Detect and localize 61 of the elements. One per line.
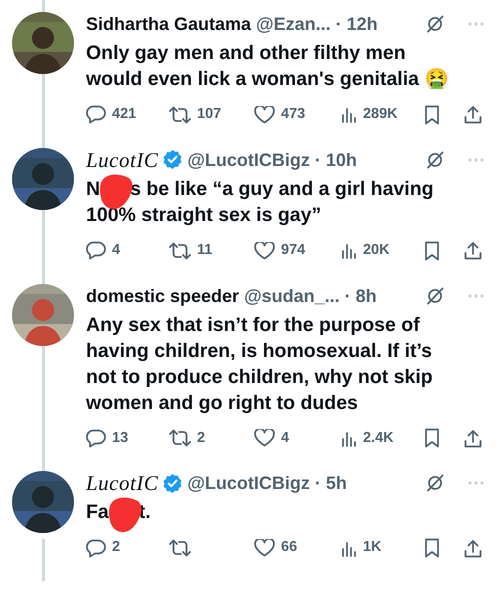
retweet-count: 107 [197, 105, 222, 124]
retweet-icon[interactable] [169, 539, 192, 558]
bookmark-icon[interactable] [424, 428, 440, 448]
views-icon[interactable] [340, 430, 357, 447]
replie-count: 2 [112, 538, 120, 558]
bookmark-icon[interactable] [424, 538, 440, 558]
timestamp[interactable]: 8h [356, 284, 377, 308]
display-name[interactable]: Sidhartha Gautama [86, 12, 252, 36]
replie-count: 4 [112, 240, 120, 260]
timestamp[interactable]: 5h [326, 471, 347, 496]
heart-icon[interactable] [254, 429, 276, 448]
display-name[interactable]: LucotIC [86, 471, 158, 496]
view-count: 2.4K [362, 428, 394, 448]
view-count: 20K [362, 240, 390, 260]
retweet-icon[interactable] [169, 242, 192, 260]
timestamp[interactable]: 12h [346, 12, 378, 36]
views-icon[interactable] [340, 242, 357, 260]
timestamp[interactable]: 10h [326, 148, 357, 172]
display-name[interactable]: domestic speeder [86, 284, 240, 308]
like-count: 4 [281, 428, 290, 448]
reply-icon[interactable] [86, 105, 106, 124]
heart-icon[interactable] [254, 242, 276, 260]
retweet-count: 2 [197, 428, 206, 448]
like-count: 473 [281, 105, 306, 124]
display-name[interactable]: LucotIC [86, 148, 158, 172]
retweet-count: 11 [197, 240, 212, 260]
like-count: 974 [281, 240, 306, 260]
bookmark-icon[interactable] [424, 104, 440, 125]
separator-dot: · [344, 284, 351, 308]
tweet-text: s be like “a guy and a girl having [130, 176, 434, 202]
bookmark-icon[interactable] [424, 240, 440, 261]
views-icon[interactable] [340, 540, 357, 557]
retweet-icon[interactable] [169, 429, 192, 448]
tweet-text: N [86, 176, 100, 202]
user-handle[interactable]: @Ezan... [256, 12, 331, 36]
user-handle[interactable]: @LucotICBigz [187, 471, 310, 496]
like-count: 66 [281, 538, 298, 558]
share-icon[interactable] [464, 241, 482, 260]
heart-icon[interactable] [254, 539, 276, 558]
user-handle[interactable]: @LucotICBigz [187, 148, 310, 172]
share-icon[interactable] [464, 428, 482, 448]
share-icon[interactable] [464, 538, 482, 558]
reply-icon[interactable] [86, 241, 106, 260]
user-handle[interactable]: @sudan_... [244, 284, 340, 308]
separator-dot: · [336, 13, 342, 36]
view-count: 289K [362, 105, 398, 124]
replie-count: 13 [112, 428, 128, 448]
reply-icon[interactable] [86, 428, 106, 448]
separator-dot: · [314, 472, 321, 496]
share-icon[interactable] [464, 105, 482, 124]
retweet-icon[interactable] [169, 106, 192, 124]
views-icon[interactable] [340, 106, 357, 124]
tweet-text: Only gay men and other filthy men would even lick a woman's genitalia 🤮 [86, 41, 450, 92]
heart-icon[interactable] [254, 106, 276, 124]
tweet-text: 100% straight sex is gay” [86, 202, 322, 228]
tweet-text: Fa [86, 500, 109, 526]
tweet-text: Any sex that isn’t for the purpose of having children, is homosexual. If it’s not to produce children, why not skip women and go right to dudes [86, 312, 434, 416]
view-count: 1K [362, 538, 382, 558]
reply-icon[interactable] [86, 538, 106, 558]
replie-count: 421 [112, 105, 136, 124]
separator-dot: · [314, 148, 321, 172]
